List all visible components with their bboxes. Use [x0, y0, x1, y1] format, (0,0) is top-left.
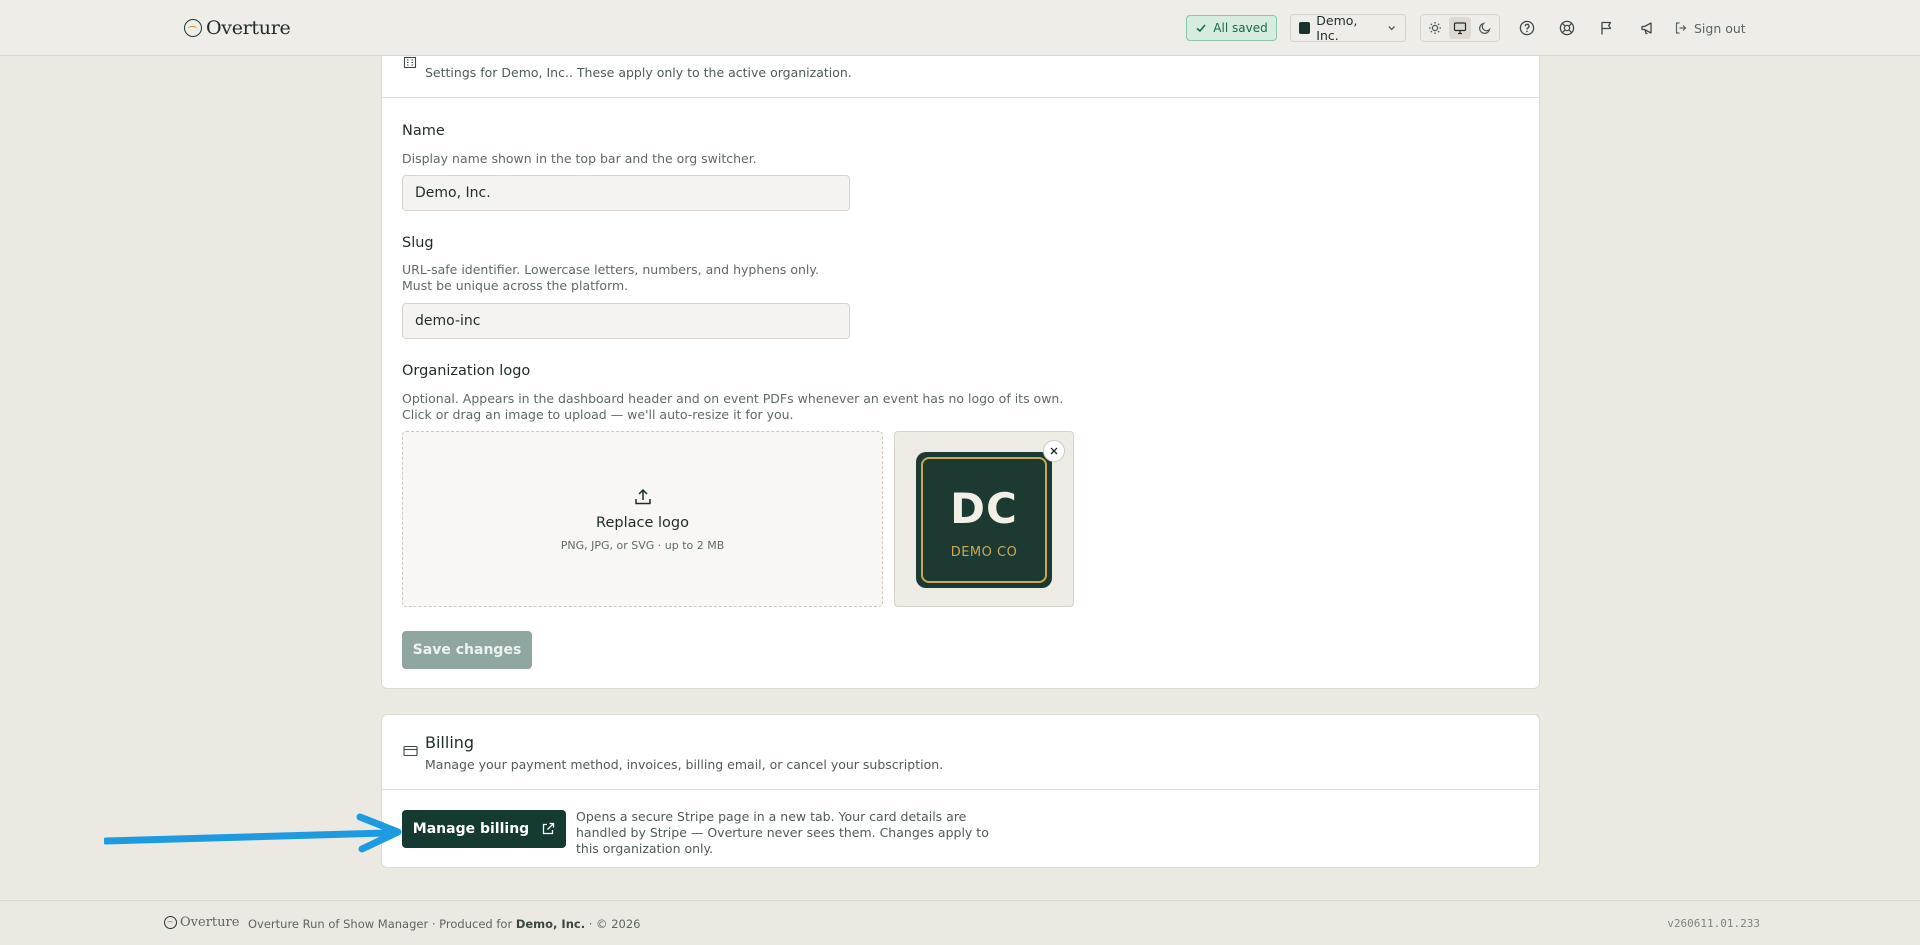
annotation-arrow	[104, 813, 402, 853]
upload-icon	[634, 488, 651, 504]
sign-out-label: Sign out	[1694, 20, 1746, 36]
footer-text: Overture Run of Show Manager · Produced …	[248, 917, 640, 931]
name-label: Name	[402, 123, 445, 139]
theme-light-button[interactable]	[1424, 17, 1446, 39]
org-square-icon	[1299, 22, 1311, 34]
footer-text-prefix: Overture Run of Show Manager · Produced …	[248, 917, 513, 931]
flag-icon	[1601, 21, 1612, 35]
support-button[interactable]	[1557, 18, 1577, 38]
brand-name: Overture	[206, 17, 291, 39]
name-help: Display name shown in the top bar and th…	[402, 151, 757, 166]
billing-title: Billing	[425, 733, 475, 752]
logo-image: DC DEMO CO	[916, 452, 1052, 588]
brand[interactable]: Overture	[184, 16, 291, 40]
slug-label: Slug	[402, 235, 434, 251]
dropzone-title: Replace logo	[596, 514, 689, 531]
megaphone-icon	[1641, 22, 1652, 35]
dropzone-hint: PNG, JPG, or SVG · up to 2 MB	[560, 538, 725, 552]
remove-logo-button[interactable]	[1043, 440, 1065, 462]
billing-subtitle: Manage your payment method, invoices, bi…	[425, 757, 944, 772]
card-divider	[382, 97, 1539, 98]
slug-input[interactable]	[402, 303, 850, 339]
billing-note: Opens a secure Stripe page in a new tab.…	[576, 809, 989, 856]
feedback-button[interactable]	[1597, 18, 1617, 38]
organization-settings-card: Settings for Demo, Inc.. These apply onl…	[381, 8, 1540, 689]
building-icon	[403, 56, 417, 69]
external-link-icon	[543, 822, 555, 835]
sign-out-button[interactable]: Sign out	[1674, 17, 1746, 39]
billing-card: Billing Manage your payment method, invo…	[381, 714, 1540, 868]
chevron-down-icon	[1388, 26, 1395, 31]
check-icon	[1196, 24, 1206, 33]
logo-caption: DEMO CO	[950, 545, 1018, 560]
saved-status-badge: All saved	[1186, 15, 1277, 41]
logo-preview: DC DEMO CO	[894, 431, 1074, 607]
sign-out-icon	[1675, 22, 1687, 34]
overture-logo-icon	[184, 19, 202, 37]
org-switcher[interactable]: Demo, Inc.	[1290, 13, 1406, 43]
name-input[interactable]	[402, 175, 850, 211]
moon-icon	[1478, 22, 1491, 34]
logo-label: Organization logo	[402, 363, 531, 379]
save-changes-button[interactable]: Save changes	[402, 631, 532, 669]
manage-billing-button[interactable]: Manage billing	[402, 810, 566, 848]
footer-brand: Overture	[164, 915, 239, 930]
theme-toggle-group	[1420, 14, 1500, 42]
support-icon	[1559, 20, 1575, 36]
org-switcher-label: Demo, Inc.	[1316, 13, 1358, 43]
sun-icon	[1429, 22, 1442, 34]
logo-dropzone[interactable]: Replace logo PNG, JPG, or SVG · up to 2 …	[402, 431, 883, 607]
overture-logo-icon	[164, 916, 177, 929]
logo-help: Optional. Appears in the dashboard heade…	[402, 391, 1064, 422]
announcements-button[interactable]	[1638, 18, 1658, 38]
monitor-icon	[1453, 22, 1467, 35]
footer: Overture Overture Run of Show Manager · …	[0, 900, 1920, 945]
card-divider	[382, 789, 1539, 790]
theme-dark-button[interactable]	[1474, 17, 1496, 39]
credit-card-icon	[403, 745, 418, 757]
slug-help: URL-safe identifier. Lowercase letters, …	[402, 262, 819, 293]
help-icon	[1519, 20, 1535, 36]
footer-version: v260611.01.233	[1667, 917, 1760, 930]
logo-initials: DC	[950, 484, 1018, 533]
footer-org-name: Demo, Inc.	[515, 917, 586, 931]
footer-text-suffix: · © 2026	[588, 917, 641, 931]
logo-frame: DC DEMO CO	[921, 457, 1047, 583]
saved-status-label: All saved	[1213, 21, 1268, 35]
manage-billing-label: Manage billing	[412, 821, 530, 837]
close-icon	[1050, 447, 1058, 455]
top-bar: Overture All saved Demo, Inc. Sign out	[0, 0, 1920, 56]
footer-brand-name: Overture	[180, 915, 240, 930]
help-button[interactable]	[1517, 18, 1537, 38]
theme-system-button[interactable]	[1448, 17, 1471, 39]
organization-card-subtitle: Settings for Demo, Inc.. These apply onl…	[425, 65, 852, 80]
